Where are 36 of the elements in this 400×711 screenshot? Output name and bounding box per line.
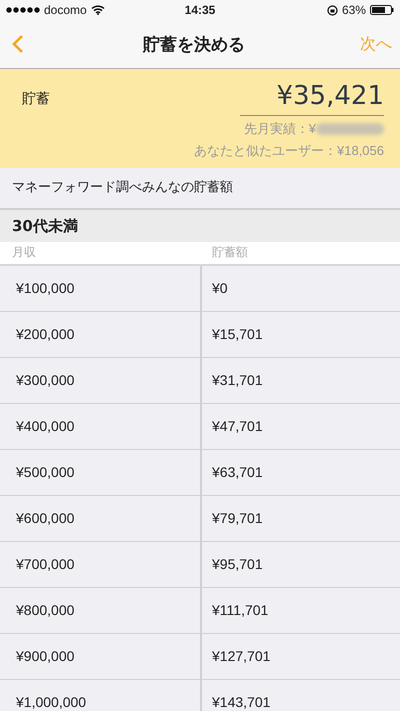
column-header: 貯蓄額	[211, 244, 249, 261]
table-cell-text: ¥900,000	[15, 647, 76, 666]
carrier-name: docomo	[44, 3, 87, 17]
group-header: 30代未満	[0, 210, 400, 242]
last-month-label: 先月実績：¥	[244, 120, 316, 138]
wifi-icon	[90, 5, 105, 15]
table-cell-text: ¥800,000	[15, 601, 76, 620]
column-header: 月収	[11, 244, 37, 261]
table-cell: ¥79,701	[200, 496, 396, 541]
savings-input[interactable]: ¥35,421	[240, 81, 384, 116]
rotation-lock-icon	[326, 4, 338, 16]
table-cell: ¥63,701	[200, 450, 396, 495]
redacted-value	[316, 123, 384, 135]
table-cell: ¥127,701	[200, 634, 396, 679]
battery-percent: 63%	[342, 3, 366, 17]
table-cell: ¥111,701	[200, 588, 396, 633]
table-cell-text: ¥500,000	[15, 463, 76, 482]
table-cell: ¥15,701	[200, 312, 396, 357]
table-cell-text: ¥400,000	[15, 417, 76, 436]
battery-icon	[370, 5, 394, 15]
table-cell-text: ¥600,000	[15, 509, 76, 528]
screen-title: 貯蓄を決める	[143, 34, 245, 56]
savings-label: 貯蓄	[22, 90, 50, 108]
table-cell-text: ¥100,000	[15, 279, 76, 298]
similar-users-text: あなたと似たユーザー：¥18,056	[194, 142, 384, 160]
table-cell-text: ¥200,000	[15, 325, 76, 344]
table-cell: ¥95,701	[200, 542, 396, 587]
table-cell-text: ¥1,000,000	[15, 693, 88, 711]
table-cell: ¥143,701	[200, 680, 396, 711]
clock-time: 14:35	[184, 3, 216, 17]
table-cell: ¥0	[200, 266, 396, 311]
table-cell-text: ¥300,000	[15, 371, 76, 390]
signal-icon	[6, 7, 40, 13]
table-cell: ¥47,701	[200, 404, 396, 449]
table-cell-text: ¥700,000	[15, 555, 76, 574]
table-cell: ¥31,701	[200, 358, 396, 403]
